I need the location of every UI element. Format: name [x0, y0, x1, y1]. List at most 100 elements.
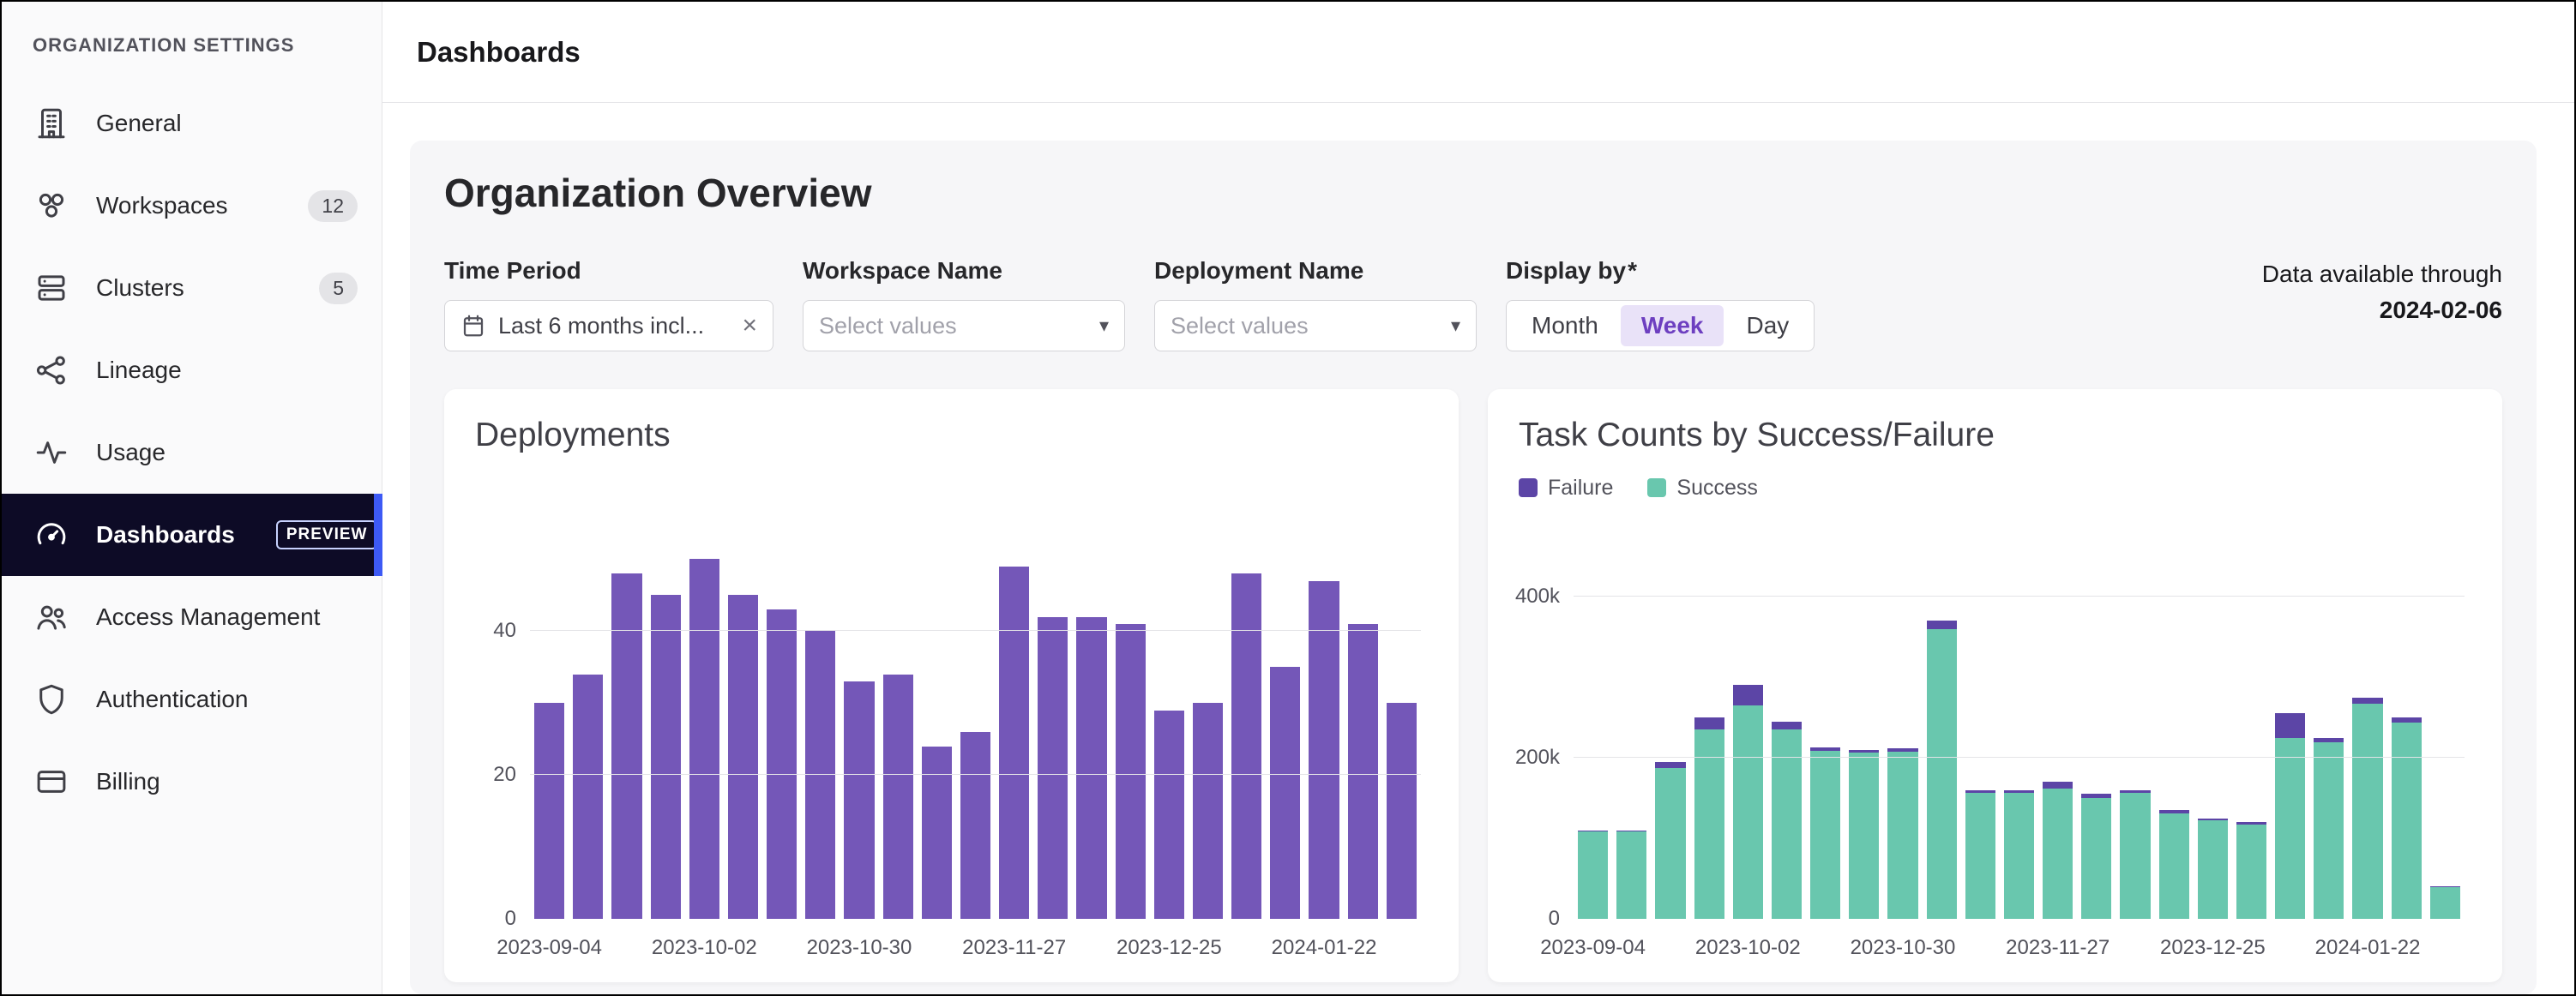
workspace-name-label: Workspace Name	[803, 257, 1125, 285]
clusters-icon	[33, 269, 70, 307]
bar-column[interactable]	[1266, 516, 1304, 919]
bar-segment	[728, 595, 758, 919]
legend-item-failure[interactable]: Failure	[1519, 476, 1613, 501]
bar-column[interactable]	[1344, 516, 1382, 919]
sidebar-item-clusters[interactable]: Clusters 5	[2, 247, 382, 329]
bar-column[interactable]	[2387, 516, 2426, 919]
bar-column[interactable]	[1574, 516, 1612, 919]
bar-segment-success	[1849, 753, 1879, 919]
bar-segment	[534, 703, 564, 919]
y-tick-label: 40	[493, 619, 516, 643]
data-available-block: Data available through 2024-02-06	[2262, 257, 2502, 324]
bar-column[interactable]	[801, 516, 840, 919]
bar-column[interactable]	[685, 516, 724, 919]
deployment-select[interactable]: Select values ▾	[1154, 300, 1477, 351]
bar-column[interactable]	[1923, 516, 1961, 919]
bar-segment	[1154, 711, 1184, 919]
bar-column[interactable]	[724, 516, 762, 919]
sidebar-item-dashboards[interactable]: Dashboards PREVIEW	[2, 494, 382, 576]
bar-segment-success	[1655, 768, 1685, 919]
bar-column[interactable]	[1612, 516, 1651, 919]
bar-column[interactable]	[1729, 516, 1767, 919]
legend-item-success[interactable]: Success	[1647, 476, 1757, 501]
deployments-chart: 02040 2023-09-042023-10-022023-10-302023…	[475, 516, 1421, 962]
bar-column[interactable]	[2155, 516, 2194, 919]
bar-segment-success	[1965, 793, 1995, 919]
preview-badge: PREVIEW	[276, 520, 378, 549]
bar-column[interactable]	[1382, 516, 1421, 919]
legend-label: Success	[1676, 476, 1757, 501]
bar-segment-success	[1616, 831, 1646, 919]
bar-column[interactable]	[762, 516, 801, 919]
bar-column[interactable]	[2426, 516, 2465, 919]
bar-column[interactable]	[647, 516, 685, 919]
bar-column[interactable]	[1033, 516, 1072, 919]
page-title: Dashboards	[417, 36, 581, 69]
bar-segment-success	[2314, 742, 2344, 919]
bar-column[interactable]	[2348, 516, 2386, 919]
bar-column[interactable]	[1304, 516, 1343, 919]
display-by-day-button[interactable]: Day	[1725, 305, 1809, 346]
bar-column[interactable]	[1806, 516, 1845, 919]
gridline	[1574, 757, 2465, 758]
bar-column[interactable]	[879, 516, 918, 919]
bar-column[interactable]	[956, 516, 995, 919]
bar-column[interactable]	[569, 516, 607, 919]
bar-column[interactable]	[1189, 516, 1227, 919]
display-by-segmented-control: Month Week Day	[1506, 300, 1815, 351]
bar-segment	[1076, 617, 1106, 920]
sidebar-item-workspaces[interactable]: Workspaces 12	[2, 165, 382, 247]
bar-column[interactable]	[1690, 516, 1729, 919]
y-tick-label: 200k	[1515, 746, 1560, 770]
bar-column[interactable]	[1150, 516, 1189, 919]
sidebar-item-billing[interactable]: Billing	[2, 741, 382, 823]
time-period-input[interactable]: Last 6 months incl... ×	[444, 300, 773, 351]
bar-segment	[1270, 667, 1300, 919]
sidebar-item-label: Workspaces	[96, 192, 228, 219]
sidebar-item-authentication[interactable]: Authentication	[2, 658, 382, 741]
sidebar-item-general[interactable]: General	[2, 82, 382, 165]
data-available-date: 2024-02-06	[2262, 297, 2502, 324]
bar-column[interactable]	[1111, 516, 1150, 919]
bar-segment-failure	[1655, 762, 1685, 769]
bar-column[interactable]	[2271, 516, 2309, 919]
bar-column[interactable]	[2000, 516, 2038, 919]
display-by-month-button[interactable]: Month	[1511, 305, 1619, 346]
workspace-select[interactable]: Select values ▾	[803, 300, 1125, 351]
bar-column[interactable]	[1883, 516, 1922, 919]
bar-column[interactable]	[2077, 516, 2116, 919]
bar-segment-success	[2275, 738, 2305, 920]
sidebar-item-usage[interactable]: Usage	[2, 411, 382, 494]
bar-column[interactable]	[2232, 516, 2271, 919]
sidebar-item-label: Billing	[96, 768, 160, 795]
sidebar-item-lineage[interactable]: Lineage	[2, 329, 382, 411]
bar-column[interactable]	[1767, 516, 1806, 919]
bar-column[interactable]	[2194, 516, 2232, 919]
calendar-icon	[460, 313, 486, 339]
workspace-filter: Workspace Name Select values ▾	[803, 257, 1125, 351]
bar-column[interactable]	[995, 516, 1033, 919]
bar-column[interactable]	[530, 516, 569, 919]
sidebar-item-label: Usage	[96, 439, 166, 466]
dashboard-gauge-icon	[33, 516, 70, 554]
chart-title: Task Counts by Success/Failure	[1519, 417, 2465, 454]
y-axis: 02040	[475, 516, 530, 919]
workspaces-icon	[33, 187, 70, 225]
bar-column[interactable]	[1227, 516, 1266, 919]
x-axis: 2023-09-042023-10-022023-10-302023-11-27…	[530, 919, 1421, 962]
sidebar-item-access-management[interactable]: Access Management	[2, 576, 382, 658]
bar-column[interactable]	[840, 516, 878, 919]
bar-column[interactable]	[607, 516, 646, 919]
usage-icon	[33, 434, 70, 471]
bar-column[interactable]	[2038, 516, 2077, 919]
display-by-week-button[interactable]: Week	[1621, 305, 1724, 346]
clear-icon[interactable]: ×	[742, 313, 757, 339]
bar-column[interactable]	[918, 516, 956, 919]
bar-column[interactable]	[2309, 516, 2348, 919]
bar-column[interactable]	[1072, 516, 1110, 919]
bar-column[interactable]	[1845, 516, 1883, 919]
panel-title: Organization Overview	[444, 170, 2502, 216]
bar-column[interactable]	[1651, 516, 1689, 919]
bar-column[interactable]	[1961, 516, 2000, 919]
bar-column[interactable]	[2116, 516, 2154, 919]
